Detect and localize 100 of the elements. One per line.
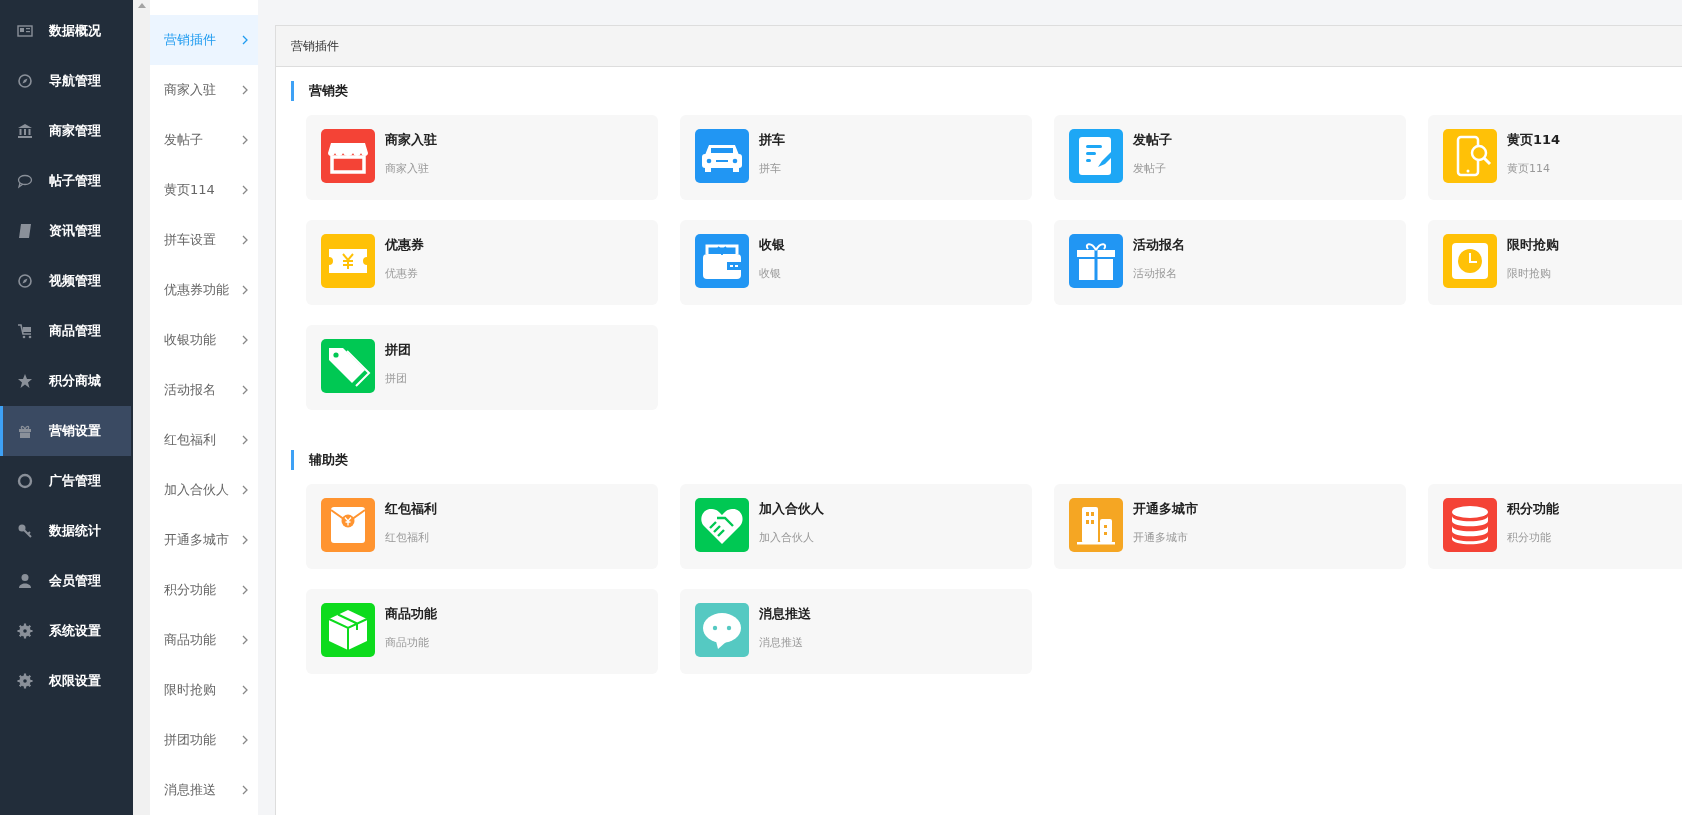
cart-icon (17, 323, 33, 339)
sidebar-item[interactable]: 数据统计 (0, 506, 131, 556)
star-icon (17, 373, 33, 389)
card-title: 发帖子 (1133, 131, 1172, 149)
card-subtitle: 商品功能 (385, 635, 430, 650)
submenu-item[interactable]: 开通多城市 (150, 515, 258, 565)
plugin-card[interactable]: 加入合伙人 加入合伙人 (680, 484, 1032, 569)
plugin-card[interactable]: 活动报名 活动报名 (1054, 220, 1406, 305)
submenu-item[interactable]: 拼团功能 (150, 715, 258, 765)
sidebar-item[interactable]: 商家管理 (0, 106, 131, 156)
chevron-right-icon (242, 235, 248, 245)
plugin-card[interactable]: 开通多城市 开通多城市 (1054, 484, 1406, 569)
scroll-up-arrow-icon[interactable] (137, 3, 146, 8)
plugin-card[interactable]: 消息推送 消息推送 (680, 589, 1032, 674)
sidebar-item[interactable]: 资讯管理 (0, 206, 131, 256)
plugin-card[interactable]: 优惠券 优惠券 (306, 220, 658, 305)
submenu-item[interactable]: 红包福利 (150, 415, 258, 465)
submenu-item[interactable]: 优惠券功能 (150, 265, 258, 315)
chevron-right-icon (242, 35, 248, 45)
submenu-item[interactable]: 收银功能 (150, 315, 258, 365)
card-title: 红包福利 (385, 500, 437, 518)
card-title: 收银 (759, 236, 785, 254)
chat-bubble-icon (17, 173, 33, 189)
card-title: 优惠券 (385, 236, 424, 254)
plugin-card[interactable]: 限时抢购 限时抢购 (1428, 220, 1682, 305)
sidebar-item[interactable]: 广告管理 (0, 456, 131, 506)
plugin-card[interactable]: 商家入驻 商家入驻 (306, 115, 658, 200)
submenu-item[interactable]: 拼车设置 (150, 215, 258, 265)
card-subtitle: 加入合伙人 (759, 530, 815, 545)
plugin-card[interactable]: 黄页114 黄页114 (1428, 115, 1682, 200)
card-subtitle: 黄页114 (1507, 161, 1551, 176)
submenu-item[interactable]: 商品功能 (150, 615, 258, 665)
plugin-card[interactable]: 收银 收银 (680, 220, 1032, 305)
card-title: 加入合伙人 (759, 500, 824, 518)
plugin-card[interactable]: 商品功能 商品功能 (306, 589, 658, 674)
card-title: 积分功能 (1507, 500, 1559, 518)
card-title: 商家入驻 (385, 131, 437, 149)
card-title: 拼团 (385, 341, 411, 359)
card-subtitle: 开通多城市 (1133, 530, 1189, 545)
chevron-right-icon (242, 785, 248, 795)
card-subtitle: 拼团 (385, 371, 408, 386)
card-subtitle: 发帖子 (1133, 161, 1167, 176)
chevron-right-icon (242, 735, 248, 745)
section-title: 辅助类 (291, 450, 1682, 470)
chevron-right-icon (242, 485, 248, 495)
sidebar-item[interactable]: 数据概况 (0, 6, 131, 56)
card-subtitle: 活动报名 (1133, 266, 1178, 281)
bank-icon (17, 123, 33, 139)
sidebar-item[interactable]: 导航管理 (0, 56, 131, 106)
submenu-item[interactable]: 加入合伙人 (150, 465, 258, 515)
sidebar-item[interactable]: 系统设置 (0, 606, 131, 656)
card-subtitle: 红包福利 (385, 530, 430, 545)
chevron-right-icon (242, 285, 248, 295)
submenu-item[interactable]: 商家入驻 (150, 65, 258, 115)
sidebar-item[interactable]: 营销设置 (0, 406, 131, 456)
compass-icon (17, 273, 33, 289)
plugin-card[interactable]: 拼团 拼团 (306, 325, 658, 410)
submenu-item[interactable]: 消息推送 (150, 765, 258, 815)
plugin-card[interactable]: 红包福利 红包福利 (306, 484, 658, 569)
sidebar-item[interactable]: 帖子管理 (0, 156, 131, 206)
gear-icon (17, 673, 33, 689)
chevron-right-icon (242, 135, 248, 145)
sidebar-item[interactable]: 积分商城 (0, 356, 131, 406)
panel-title: 营销插件 (291, 37, 339, 55)
card-title: 消息推送 (759, 605, 811, 623)
sidebar-item[interactable]: 会员管理 (0, 556, 131, 606)
submenu-item[interactable]: 限时抢购 (150, 665, 258, 715)
scrollbar[interactable] (133, 0, 150, 815)
plugin-card[interactable]: 积分功能 积分功能 (1428, 484, 1682, 569)
chevron-right-icon (242, 185, 248, 195)
chevron-right-icon (242, 535, 248, 545)
chevron-right-icon (242, 385, 248, 395)
newspaper-icon (17, 23, 33, 39)
submenu-item[interactable]: 黄页114 (150, 165, 258, 215)
compass-icon (17, 73, 33, 89)
chevron-right-icon (242, 685, 248, 695)
card-subtitle: 积分功能 (1507, 530, 1552, 545)
chevron-right-icon (242, 585, 248, 595)
card-subtitle: 商家入驻 (385, 161, 430, 176)
card-subtitle: 收银 (759, 266, 782, 281)
chevron-right-icon (242, 85, 248, 95)
card-subtitle: 限时抢购 (1507, 266, 1552, 281)
key-icon (17, 523, 33, 539)
card-title: 商品功能 (385, 605, 437, 623)
card-title: 拼车 (759, 131, 785, 149)
gift-icon (17, 423, 33, 439)
card-title: 限时抢购 (1507, 236, 1559, 254)
plugin-card[interactable]: 发帖子 发帖子 (1054, 115, 1406, 200)
submenu-item[interactable]: 发帖子 (150, 115, 258, 165)
plugin-card[interactable]: 拼车 拼车 (680, 115, 1032, 200)
sidebar-item[interactable]: 视频管理 (0, 256, 131, 306)
submenu-item[interactable]: 活动报名 (150, 365, 258, 415)
card-title: 黄页114 (1507, 131, 1561, 149)
sidebar-item[interactable]: 商品管理 (0, 306, 131, 356)
chevron-right-icon (242, 435, 248, 445)
sidebar-item[interactable]: 权限设置 (0, 656, 131, 706)
chevron-right-icon (242, 335, 248, 345)
submenu-item[interactable]: 积分功能 (150, 565, 258, 615)
card-subtitle: 拼车 (759, 161, 782, 176)
card-title: 活动报名 (1133, 236, 1185, 254)
